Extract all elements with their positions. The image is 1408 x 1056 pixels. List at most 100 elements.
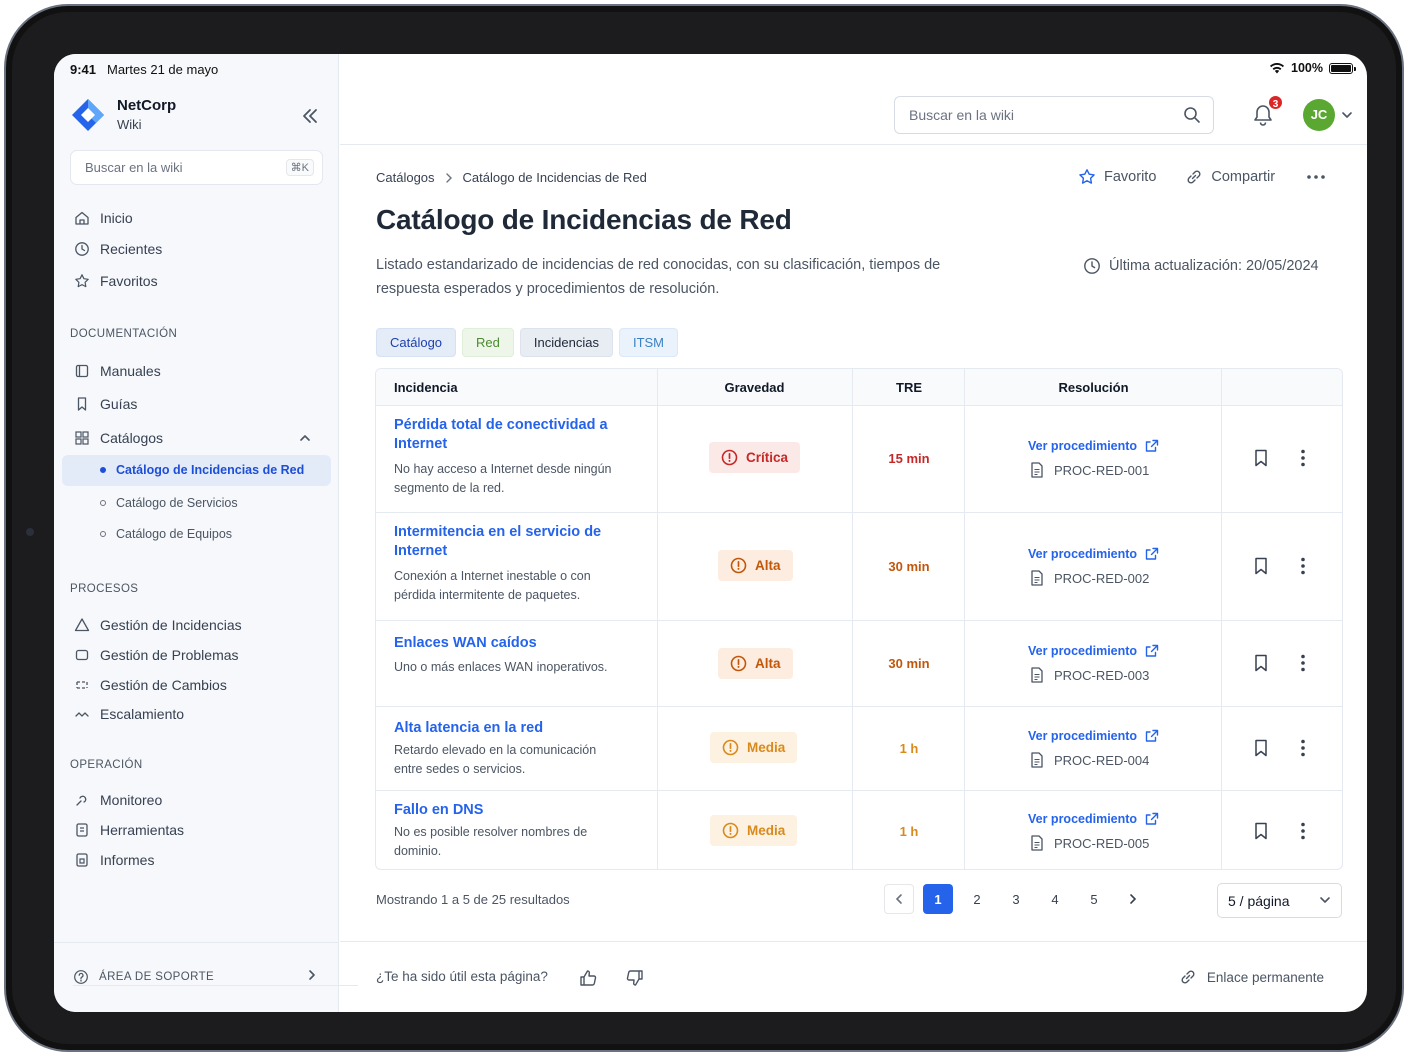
sidebar-item-label: Informes (100, 851, 155, 868)
chevron-up-icon[interactable] (298, 431, 312, 445)
tools-icon (73, 821, 90, 838)
view-procedure-link[interactable]: Ver procedimiento (1028, 812, 1159, 826)
sidebar-item-label: Guías (100, 395, 138, 412)
alert-circle-icon (721, 449, 738, 466)
view-procedure-link[interactable]: Ver procedimiento (1028, 644, 1159, 658)
screen: 9:41 Martes 21 de mayo 100% NetCorp Wiki (54, 54, 1367, 1012)
page-button[interactable]: 1 (923, 884, 953, 914)
sidebar-item-gestion-problemas[interactable]: Gestión de Problemas (73, 646, 239, 663)
sidebar-item-escalamiento[interactable]: Escalamiento (73, 705, 184, 722)
severity-badge: Media (710, 815, 798, 846)
more-vertical-icon[interactable] (1300, 557, 1306, 575)
incident-description: No es posible resolver nombres de domini… (394, 825, 588, 858)
incident-title-link[interactable]: Enlaces WAN caídos (394, 634, 609, 653)
chevron-right-icon (1130, 894, 1137, 904)
page-button[interactable]: 4 (1040, 884, 1070, 914)
severity-label: Media (747, 740, 786, 755)
sidebar-subitem-incidencias-red[interactable]: Catálogo de Incidencias de Red (100, 463, 304, 477)
favorite-button[interactable]: Favorito (1078, 168, 1156, 186)
page-button[interactable]: 5 (1079, 884, 1109, 914)
share-button[interactable]: Compartir (1185, 168, 1275, 186)
sidebar-item-label: Gestión de Incidencias (100, 616, 242, 633)
last-updated: Última actualización: 20/05/2024 (1083, 257, 1319, 275)
severity-badge: Crítica (709, 442, 801, 473)
more-vertical-icon[interactable] (1300, 822, 1306, 840)
incident-title-link[interactable]: Intermitencia en el servicio de Internet (394, 523, 609, 561)
view-procedure-link[interactable]: Ver procedimiento (1028, 547, 1159, 561)
sidebar-item-gestion-incidencias[interactable]: Gestión de Incidencias (73, 616, 242, 633)
bookmark-icon[interactable] (1254, 449, 1268, 467)
support-area[interactable]: ÁREA DE SOPORTE (54, 942, 358, 1012)
thumbs-down-icon[interactable] (625, 968, 645, 988)
wifi-icon (1270, 63, 1285, 74)
page-button[interactable]: 3 (1001, 884, 1031, 914)
sidebar-search-input[interactable]: Buscar en la wiki ⌘K (70, 150, 323, 185)
sidebar-subitem-label: Catálogo de Servicios (116, 496, 238, 510)
thumbs-up-icon[interactable] (578, 968, 598, 988)
home-icon (73, 209, 90, 226)
permalink-button[interactable]: Enlace permanente (1179, 968, 1324, 986)
avatar[interactable]: JC (1303, 99, 1335, 131)
table-row: Enlaces WAN caídos Uno o más enlaces WAN … (376, 621, 1342, 707)
bookmark-icon[interactable] (1254, 822, 1268, 840)
brand[interactable]: NetCorp Wiki (71, 97, 176, 132)
tag[interactable]: ITSM (618, 328, 679, 357)
alert-circle-icon (730, 557, 747, 574)
external-link-icon (1145, 644, 1159, 657)
bookmark-icon[interactable] (1254, 557, 1268, 575)
next-page-button[interactable] (1118, 884, 1148, 914)
incident-title-link[interactable]: Fallo en DNS (394, 801, 609, 820)
view-procedure-link[interactable]: Ver procedimiento (1028, 729, 1159, 743)
sidebar-item-guias[interactable]: Guías (73, 395, 137, 412)
external-link-icon (1145, 729, 1159, 742)
incident-description: No hay acceso a Internet desde ningún se… (394, 462, 612, 495)
incident-title-link[interactable]: Pérdida total de conectividad a Internet (394, 416, 609, 454)
more-vertical-icon[interactable] (1300, 654, 1306, 672)
sidebar-subitem-label: Catálogo de Equipos (116, 527, 233, 541)
main-search-input[interactable]: Buscar en la wiki (894, 96, 1214, 134)
feedback-bar: ¿Te ha sido útil esta página? Enlace per… (340, 941, 1367, 1012)
sidebar-item-manuales[interactable]: Manuales (73, 362, 161, 379)
previous-page-button[interactable] (884, 884, 914, 914)
chevron-right-icon (445, 172, 452, 183)
tag[interactable]: Incidencias (519, 328, 613, 357)
column-header: Resolución (1058, 380, 1129, 395)
collapse-sidebar-icon[interactable] (300, 106, 320, 126)
sidebar-item-catalogos[interactable]: Catálogos (73, 429, 163, 446)
view-procedure-link[interactable]: Ver procedimiento (1028, 439, 1159, 453)
more-vertical-icon[interactable] (1300, 739, 1306, 757)
bookmark-icon (73, 395, 90, 412)
sidebar-item-recientes[interactable]: Recientes (73, 240, 162, 257)
sidebar-item-inicio[interactable]: Inicio (73, 209, 133, 226)
breadcrumb-item[interactable]: Catálogos (376, 170, 435, 185)
bullet-icon (100, 467, 106, 473)
sidebar-item-informes[interactable]: Informes (73, 851, 154, 868)
sidebar-item-label: Herramientas (100, 821, 185, 838)
bullet-icon (100, 531, 106, 537)
results-summary: Mostrando 1 a 5 de 25 resultados (376, 892, 570, 907)
sidebar-item-gestion-cambios[interactable]: Gestión de Cambios (73, 676, 227, 693)
incident-title-link[interactable]: Alta latencia en la red (394, 719, 609, 738)
procedure-code-text: PROC-RED-003 (1054, 667, 1150, 683)
sidebar-item-monitoreo[interactable]: Monitoreo (73, 791, 162, 808)
tag[interactable]: Catálogo (376, 328, 457, 357)
page-button[interactable]: 2 (962, 884, 992, 914)
page-actions: Favorito Compartir (1078, 168, 1326, 186)
sidebar-item-favoritos[interactable]: Favoritos (73, 272, 158, 289)
sidebar-item-herramientas[interactable]: Herramientas (73, 821, 184, 838)
bookmark-icon[interactable] (1254, 739, 1268, 757)
bookmark-icon[interactable] (1254, 654, 1268, 672)
tag[interactable]: Red (462, 328, 514, 357)
chevron-down-icon[interactable] (1341, 109, 1353, 121)
logo-icon (72, 98, 104, 131)
sidebar-item-label: Escalamiento (100, 705, 185, 722)
view-procedure-label: Ver procedimiento (1028, 644, 1138, 658)
sidebar-subitem-equipos[interactable]: Catálogo de Equipos (100, 527, 232, 541)
shortcut-badge: ⌘K (285, 159, 314, 176)
per-page-select[interactable]: 5 / página (1217, 883, 1342, 918)
sidebar-subitem-servicios[interactable]: Catálogo de Servicios (100, 496, 238, 510)
more-vertical-icon[interactable] (1300, 449, 1306, 467)
more-horizontal-icon[interactable] (1306, 174, 1326, 180)
table-header: Incidencia Gravedad TRE Resolución (376, 369, 1342, 406)
document-icon (1031, 752, 1043, 768)
